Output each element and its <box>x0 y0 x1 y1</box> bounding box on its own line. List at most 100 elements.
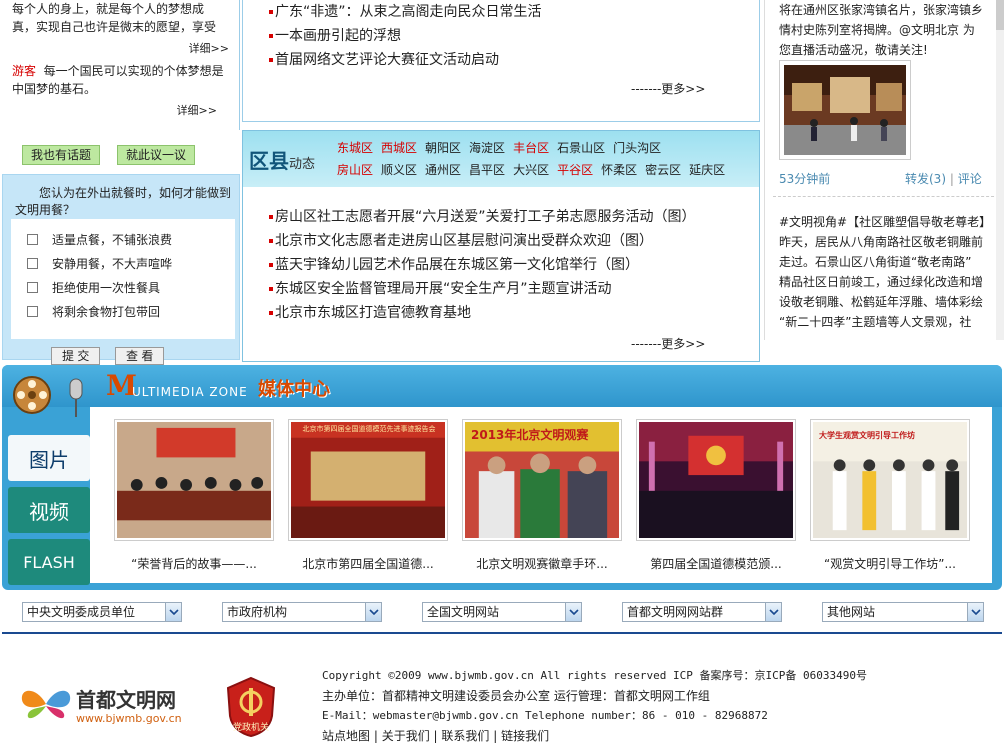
district-news-panel: 区县动态 东城区 西城区 朝阳区 海淀区 丰台区 石景山区 门头沟区 房山区 顺义区 通州区 昌平… <box>242 130 760 362</box>
district-link[interactable]: 西城区 <box>381 141 417 155</box>
poll-option[interactable]: 适量点餐，不铺张浪费 <box>11 227 235 251</box>
party-gov-badge[interactable]: 党政机关 <box>224 676 278 738</box>
photo-caption[interactable]: “观赏文明引导工作坊”... <box>805 555 975 572</box>
district-link[interactable]: 通州区 <box>425 163 461 177</box>
badge-label: 党政机关 <box>232 723 269 733</box>
discuss-button[interactable]: 就此议一议 <box>117 145 196 165</box>
my-topic-button[interactable]: 我也有话题 <box>22 145 101 165</box>
chevron-down-icon <box>365 603 381 621</box>
photo-caption[interactable]: 北京市第四届全国道德... <box>283 555 453 572</box>
district-link[interactable]: 房山区 <box>337 163 373 177</box>
logo-url: www.bjwmb.gov.cn <box>76 712 182 725</box>
exhibition-photo-image <box>784 65 906 155</box>
photo-caption[interactable]: 北京文明观赛徽章手环... <box>457 555 627 572</box>
link-us-link[interactable]: 链接我们 <box>501 729 549 743</box>
photo-gallery: 北京市第四届全国道德模范先进事迹报告会 2013年北京文明观赛 大学生观赏文明引… <box>90 407 992 583</box>
photo-banner-text: 大学生观赏文明引导工作坊 <box>819 431 915 440</box>
gallery-photo[interactable] <box>636 419 796 541</box>
news-item[interactable]: 东城区安全监督管理局开展“安全生产月”主题宣讲活动 <box>243 277 759 301</box>
district-link[interactable]: 石景山区 <box>557 141 605 155</box>
detail-link[interactable]: 详细>> <box>189 42 229 55</box>
checkbox[interactable] <box>27 233 38 245</box>
district-link[interactable]: 昌平区 <box>469 163 505 177</box>
butterfly-logo-icon <box>21 690 71 719</box>
checkbox[interactable] <box>27 305 38 317</box>
poll-option[interactable]: 拒绝使用一次性餐具 <box>11 275 235 299</box>
photo-caption[interactable]: “荣誉背后的故事——... <box>109 555 279 572</box>
poll-option[interactable]: 将剩余食物打包带回 <box>11 299 235 323</box>
national-sites-select[interactable]: 全国文明网站 <box>422 602 582 622</box>
news-item[interactable]: 北京市东城区打造官德教育基地 <box>243 301 759 325</box>
submit-button[interactable]: 提 交 <box>51 347 101 365</box>
tab-photos[interactable]: 图片 <box>8 435 90 481</box>
news-item[interactable]: 蓝天宇锋幼儿园艺术作品展在东城区第一文化馆举行（图） <box>243 253 759 277</box>
checkbox[interactable] <box>27 257 38 269</box>
news-item[interactable]: 广东“非遗”：从束之高阁走向民众日常生活 <box>243 0 759 24</box>
meeting-photo-image <box>117 422 271 538</box>
more-link[interactable]: -------更多>> <box>631 80 705 97</box>
story-1-line: 真，实现自己也许是微末的愿望，享受 <box>12 20 217 34</box>
news-item[interactable]: 北京市文化志愿者走进房山区基层慰问演出受群众欢迎（图） <box>243 229 759 253</box>
weibo-post-2: #文明视角#【社区雕塑倡导敬老尊老】 昨天，居民从八角南路社区敬老铜雕前 走过。… <box>779 215 992 329</box>
scrollbar[interactable] <box>996 0 1004 340</box>
gallery-photo[interactable] <box>114 419 274 541</box>
user-name[interactable]: 游客 <box>12 64 36 78</box>
district-link[interactable]: 东城区 <box>337 141 373 155</box>
footer: 首都文明网 www.bjwmb.gov.cn 党政机关 Copyright ©2… <box>0 636 1004 748</box>
story-2-line: 中国梦的基石。 <box>12 82 97 96</box>
view-results-button[interactable]: 查 看 <box>115 347 165 365</box>
story-2-line: 每一个国民可以实现的个体梦想是 <box>43 64 224 78</box>
capital-sites-select[interactable]: 首都文明网网站群 <box>622 602 782 622</box>
photo-banner-text: 2013年北京文明观赛 <box>471 428 589 442</box>
logo-title: 首都文明网 <box>76 688 176 712</box>
news-panel: 广东“非遗”：从束之高阁走向民众日常生活 一本画册引起的浮想 首届网络文艺评论大… <box>242 0 760 122</box>
district-link[interactable]: 丰台区 <box>513 141 549 155</box>
contact-link[interactable]: 联系我们 <box>441 729 489 743</box>
award-ceremony-image <box>639 422 793 538</box>
tab-videos[interactable]: 视频 <box>8 487 90 533</box>
checkbox[interactable] <box>27 281 38 293</box>
district-link[interactable]: 海淀区 <box>469 141 505 155</box>
zone-english-title: ULTIMEDIA ZONE <box>132 385 248 399</box>
district-links-row-1: 东城区 西城区 朝阳区 海淀区 丰台区 石景山区 门头沟区 <box>337 139 669 156</box>
district-link[interactable]: 怀柔区 <box>601 163 637 177</box>
comment-link[interactable]: 评论 <box>958 172 982 186</box>
poll-option[interactable]: 安静用餐，不大声喧哗 <box>11 251 235 275</box>
photo-caption[interactable]: 第四届全国道德模范颁... <box>631 555 801 572</box>
chevron-down-icon <box>765 603 781 621</box>
story-1: 每个人的身上，就是每个人的梦想成 真，实现自己也许是微末的愿望，享受 <box>0 0 239 36</box>
gallery-photo[interactable]: 大学生观赏文明引导工作坊 <box>810 419 970 541</box>
news-item[interactable]: 首届网络文艺评论大赛征文活动启动 <box>243 48 759 72</box>
contact-text: E-Mail：webmaster@bjwmb.gov.cn Telephone … <box>322 709 768 722</box>
news-item[interactable]: 房山区社工志愿者开展“六月送爱”关爱打工子弟志愿服务活动（图） <box>243 205 759 229</box>
weibo-photo[interactable] <box>779 60 911 160</box>
chevron-down-icon <box>165 603 181 621</box>
tab-flash[interactable]: FLASH <box>8 539 90 585</box>
other-sites-select[interactable]: 其他网站 <box>822 602 984 622</box>
detail-link[interactable]: 详细>> <box>177 104 217 117</box>
left-topic-panel: 每个人的身上，就是每个人的梦想成 真，实现自己也许是微末的愿望，享受 详细>> … <box>0 0 240 130</box>
post-time: 53分钟前 <box>779 172 831 186</box>
gov-agencies-select[interactable]: 市政府机构 <box>222 602 382 622</box>
district-link[interactable]: 顺义区 <box>381 163 417 177</box>
repost-link[interactable]: 转发(3) <box>905 172 946 186</box>
poll-options: 适量点餐，不铺张浪费 安静用餐，不大声喧哗 拒绝使用一次性餐具 将剩余食物打包带… <box>11 219 235 339</box>
more-link[interactable]: -------更多>> <box>631 335 705 352</box>
district-link[interactable]: 门头沟区 <box>613 141 661 155</box>
gallery-photo[interactable]: 北京市第四届全国道德模范先进事迹报告会 <box>288 419 448 541</box>
district-link[interactable]: 平谷区 <box>557 163 593 177</box>
stage-ceremony-image <box>291 422 445 538</box>
news-item[interactable]: 一本画册引起的浮想 <box>243 24 759 48</box>
district-link[interactable]: 朝阳区 <box>425 141 461 155</box>
district-link[interactable]: 大兴区 <box>513 163 549 177</box>
site-logo[interactable]: 首都文明网 www.bjwmb.gov.cn <box>18 682 188 732</box>
gallery-photo[interactable]: 2013年北京文明观赛 <box>462 419 622 541</box>
poll-question: 您认为在外出就餐时，如何才能做到 文明用餐？ <box>15 186 232 217</box>
central-units-select[interactable]: 中央文明委成员单位 <box>22 602 182 622</box>
sitemap-link[interactable]: 站点地图 <box>322 729 370 743</box>
chevron-down-icon <box>565 603 581 621</box>
about-link[interactable]: 关于我们 <box>382 729 430 743</box>
multimedia-header: M ULTIMEDIA ZONE 媒体中心 <box>2 365 1002 417</box>
district-link[interactable]: 密云区 <box>645 163 681 177</box>
district-link[interactable]: 延庆区 <box>689 163 725 177</box>
